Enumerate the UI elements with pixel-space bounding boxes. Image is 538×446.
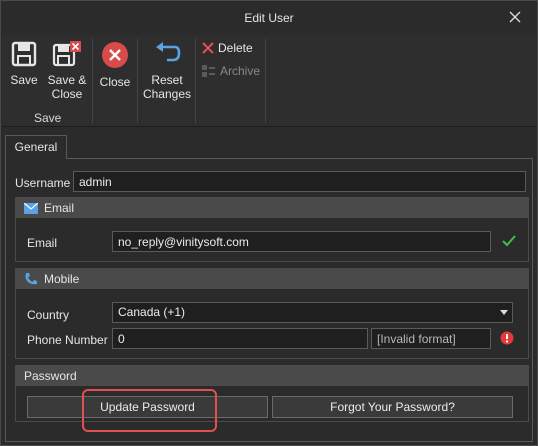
save-close-button[interactable]: Save & Close (44, 41, 90, 101)
email-section: Email Email (15, 197, 529, 262)
archive-icon (202, 65, 215, 77)
ribbon-separator (195, 39, 196, 123)
save-button[interactable]: Save (8, 41, 40, 87)
save-close-label: Save & Close (47, 73, 87, 101)
save-label: Save (10, 73, 38, 87)
window-title: Edit User (244, 11, 294, 25)
archive-button[interactable]: Archive (202, 64, 260, 78)
chevron-down-icon[interactable] (500, 310, 508, 315)
email-input[interactable] (112, 231, 491, 252)
phone-format-status (371, 328, 491, 349)
username-input[interactable] (73, 171, 526, 192)
phone-number-label: Phone Number (27, 333, 108, 347)
close-button[interactable]: Close (97, 41, 133, 89)
phone-number-input[interactable] (112, 328, 368, 349)
ribbon-toolbar: Save Save & Close Save Close Reset Chang… (2, 35, 536, 127)
email-section-title: Email (44, 201, 75, 215)
delete-label: Delete (218, 41, 253, 55)
close-circle-icon (102, 42, 128, 68)
mobile-section-header: Mobile (16, 269, 528, 289)
ribbon-separator (137, 39, 138, 123)
mobile-section: Mobile Country Canada (+1) Phone Number (15, 268, 529, 359)
envelope-icon (24, 202, 38, 214)
save-close-icon (52, 41, 81, 67)
password-section-title: Password (24, 369, 77, 383)
title-bar: Edit User (1, 1, 537, 35)
highlight-box (82, 389, 217, 432)
edit-user-window: Edit User Save Save & Close Save Close R… (0, 0, 538, 446)
mobile-section-title: Mobile (44, 272, 80, 286)
email-label: Email (27, 236, 58, 250)
reset-changes-label: Reset Changes (142, 73, 192, 101)
reset-changes-button[interactable]: Reset Changes (142, 41, 192, 101)
save-icon (11, 41, 37, 67)
forgot-password-button[interactable]: Forgot Your Password? (272, 396, 513, 418)
delete-x-icon (202, 42, 214, 54)
save-group-label: Save (34, 111, 62, 125)
checkmark-icon (502, 235, 516, 247)
email-section-header: Email (16, 198, 528, 218)
country-label: Country (27, 308, 70, 322)
country-value: Canada (+1) (118, 305, 186, 319)
ribbon-separator (265, 39, 266, 123)
delete-button[interactable]: Delete (202, 41, 253, 55)
ribbon-separator (92, 39, 93, 123)
tab-general[interactable]: General (5, 135, 67, 159)
country-select[interactable]: Canada (+1) (112, 302, 513, 323)
error-icon (500, 331, 514, 345)
password-section-header: Password (16, 366, 528, 386)
undo-icon (156, 42, 181, 62)
close-label: Close (99, 75, 131, 89)
close-window-icon[interactable] (507, 9, 523, 25)
archive-label: Archive (220, 64, 261, 78)
phone-icon (25, 273, 37, 285)
username-label: Username (15, 176, 71, 190)
